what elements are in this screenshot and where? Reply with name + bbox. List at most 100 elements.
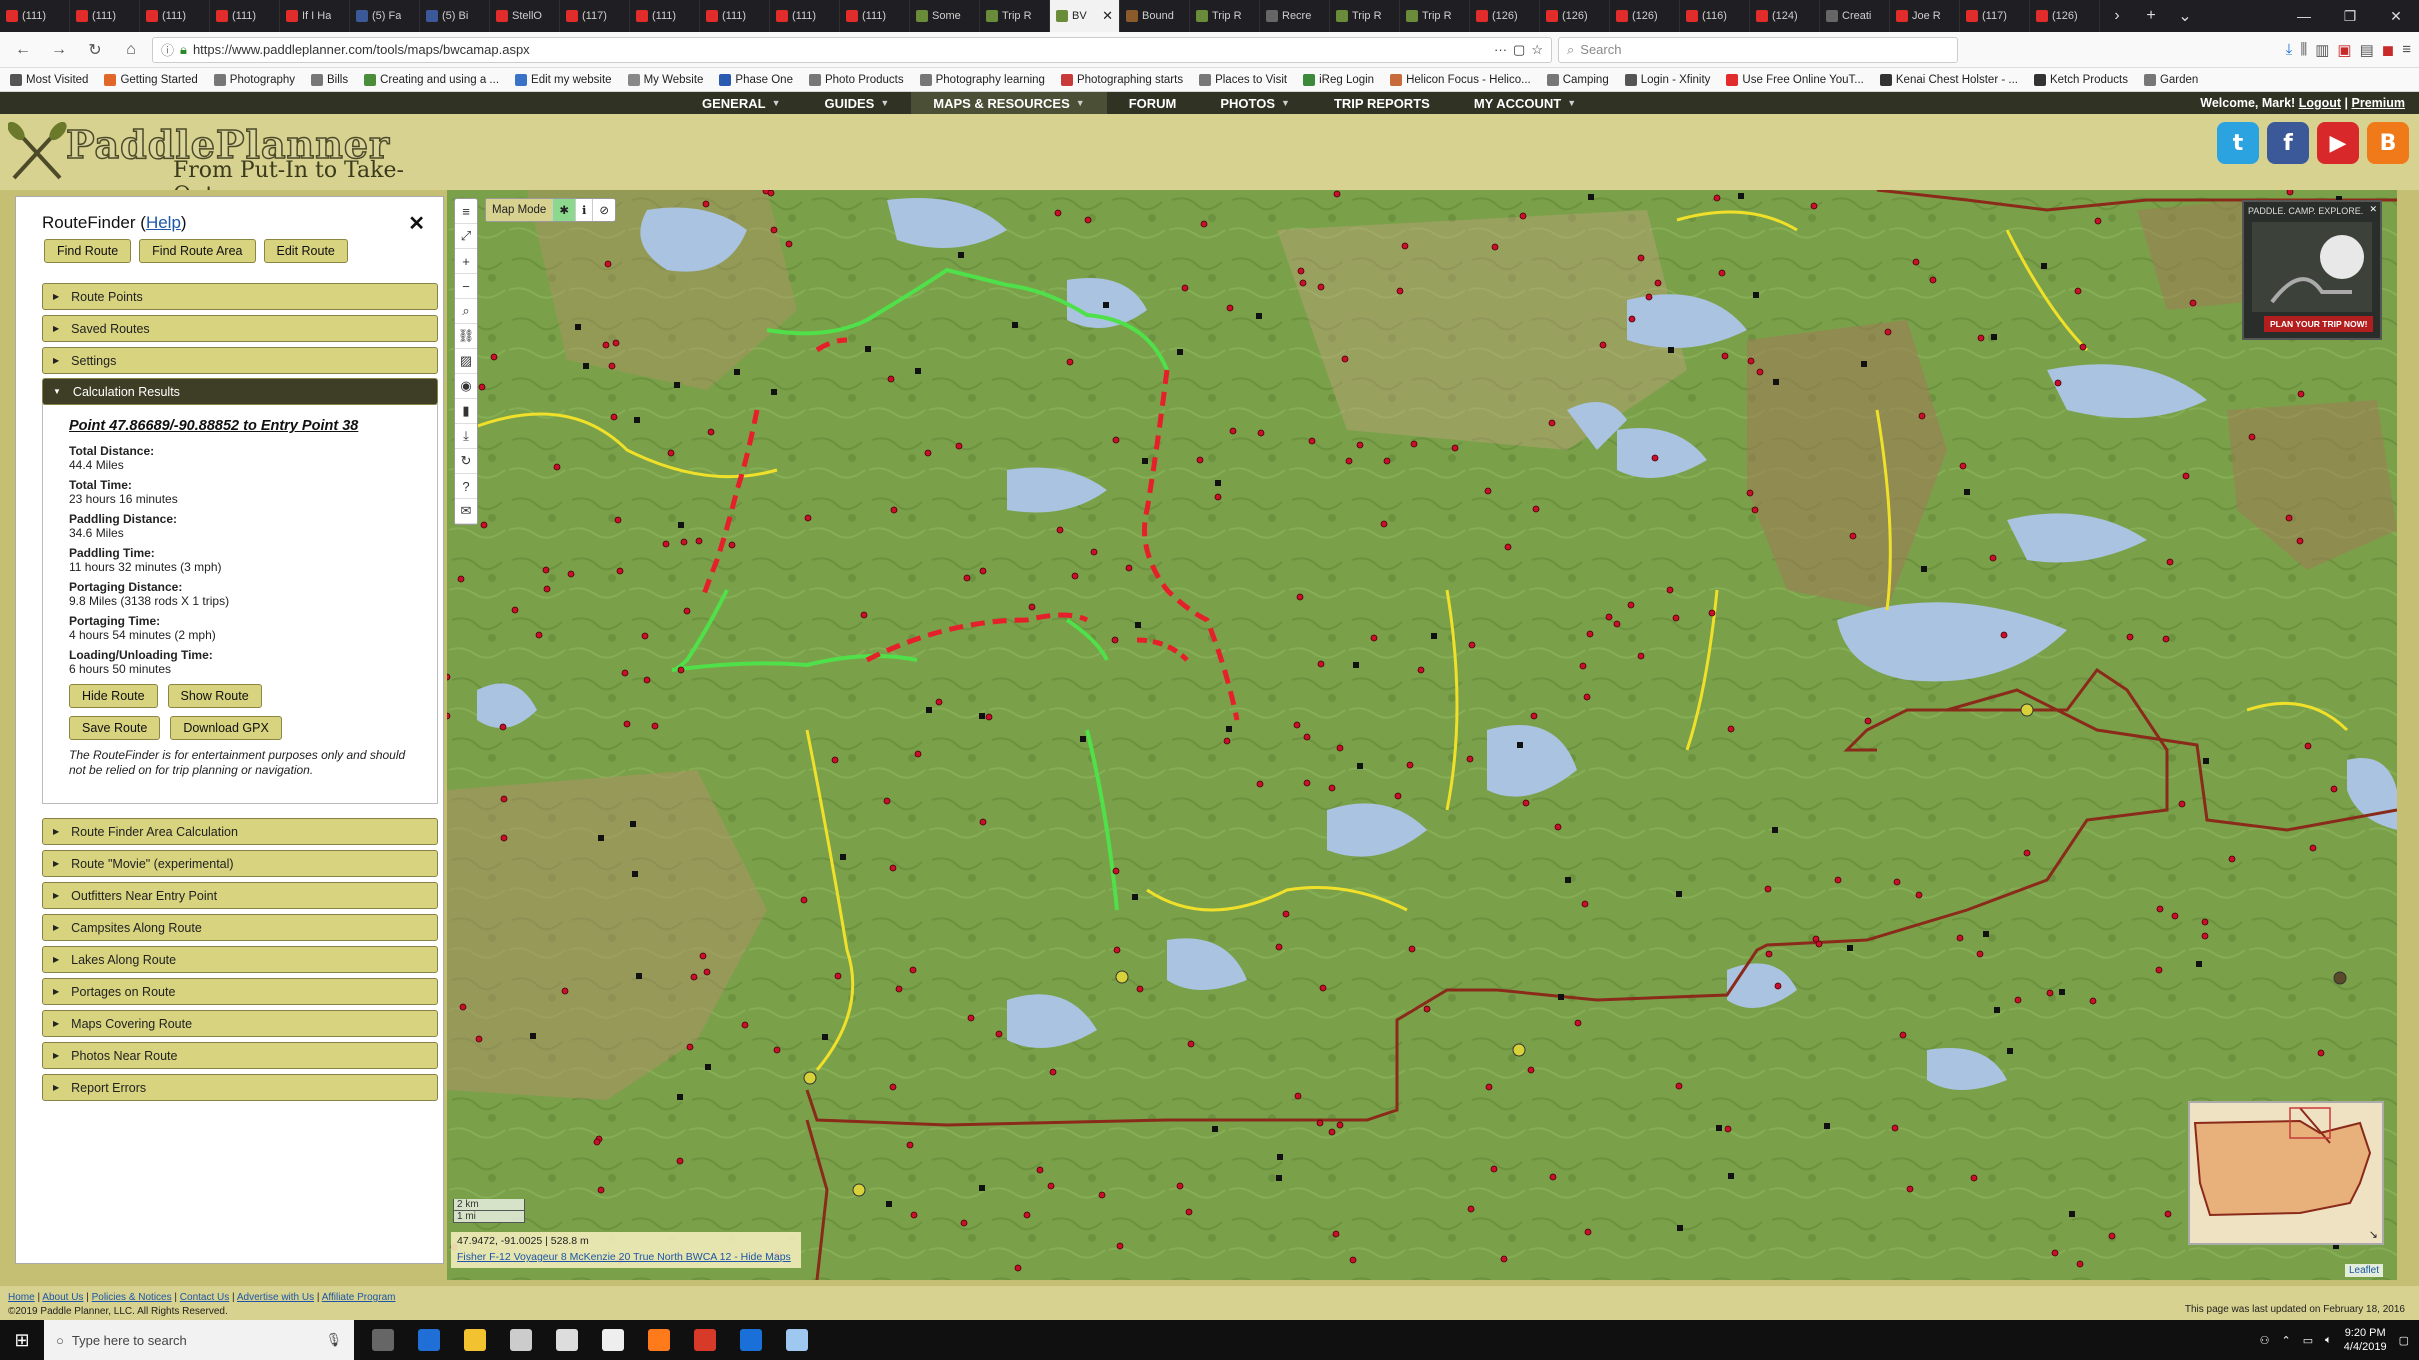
refresh-icon[interactable]: ↻ [455, 449, 477, 474]
portage-marker[interactable] [678, 522, 684, 528]
campsite-marker[interactable] [1417, 666, 1425, 674]
blogger-icon[interactable]: B [2367, 122, 2409, 164]
campsite-marker[interactable] [561, 987, 569, 995]
footer-link[interactable]: Affiliate Program [322, 1292, 396, 1303]
campsite-marker[interactable] [500, 795, 508, 803]
edge-icon[interactable] [410, 1320, 448, 1360]
campsite-marker[interactable] [2162, 635, 2170, 643]
campsite-marker[interactable] [1574, 1019, 1582, 1027]
campsite-marker[interactable] [1810, 202, 1818, 210]
campsite-marker[interactable] [2330, 785, 2338, 793]
campsite-marker[interactable] [1294, 1092, 1302, 1100]
campsite-marker[interactable] [457, 575, 465, 583]
portage-marker[interactable] [1716, 1125, 1722, 1131]
footer-link[interactable]: Contact Us [180, 1292, 229, 1303]
campsite-marker[interactable] [1071, 572, 1079, 580]
app-red-icon[interactable] [686, 1320, 724, 1360]
campsite-marker[interactable] [2089, 997, 2097, 1005]
campsite-marker[interactable] [2108, 1232, 2116, 1240]
campsite-marker[interactable] [935, 698, 943, 706]
tab-item[interactable]: Trip R [1190, 0, 1260, 32]
campsite-marker[interactable] [2201, 932, 2209, 940]
campsite-marker[interactable] [1751, 506, 1759, 514]
show-route-button[interactable]: Show Route [167, 684, 262, 708]
campsite-marker[interactable] [511, 606, 519, 614]
portage-marker[interactable] [2069, 1211, 2075, 1217]
campsite-marker[interactable] [602, 341, 610, 349]
section-item[interactable]: ▶ Lakes Along Route [42, 946, 438, 973]
campsite-marker[interactable] [1116, 1242, 1124, 1250]
campsite-marker[interactable] [960, 1219, 968, 1227]
campsite-marker[interactable] [955, 442, 963, 450]
portage-marker[interactable] [1177, 349, 1183, 355]
portage-marker[interactable] [1991, 334, 1997, 340]
campsite-marker[interactable] [641, 632, 649, 640]
campsite-marker[interactable] [1746, 489, 1754, 497]
youtube-icon[interactable]: ▶ [2317, 122, 2359, 164]
close-window-icon[interactable]: ✕ [2373, 0, 2419, 32]
site-menu-item[interactable]: MY ACCOUNT ▼ [1452, 92, 1598, 114]
campsite-marker[interactable] [767, 190, 775, 197]
bookmark-item[interactable]: Garden [2143, 73, 2198, 86]
portage-marker[interactable] [1861, 361, 1867, 367]
hide-route-button[interactable]: Hide Route [69, 684, 158, 708]
ad-cta-button[interactable]: PLAN YOUR TRIP NOW! [2264, 316, 2374, 332]
campsite-marker[interactable] [1223, 737, 1231, 745]
url-bar[interactable]: ⓘ 🔒︎ https://www.paddleplanner.com/tools… [152, 36, 1552, 63]
map-source-links[interactable]: Fisher F-12 Voyageur 8 McKenzie 20 True … [457, 1251, 795, 1263]
tab-item[interactable]: Recre [1260, 0, 1330, 32]
windows-start-icon[interactable]: ⊞ [0, 1320, 44, 1360]
campsite-marker[interactable] [608, 362, 616, 370]
campsite-marker[interactable] [2166, 558, 2174, 566]
tab-item[interactable]: (111) [700, 0, 770, 32]
bookmark-item[interactable]: Getting Started [104, 73, 198, 86]
campsite-marker[interactable] [2051, 1249, 2059, 1257]
portage-marker[interactable] [1964, 489, 1970, 495]
campsite-marker[interactable] [889, 1083, 897, 1091]
portage-marker[interactable] [734, 369, 740, 375]
campsite-marker[interactable] [2296, 537, 2304, 545]
campsite-marker[interactable] [1125, 564, 1133, 572]
campsite-marker[interactable] [1345, 457, 1353, 465]
campsite-marker[interactable] [1406, 761, 1414, 769]
addon-icon[interactable]: ◼ [2382, 41, 2394, 59]
campsite-marker[interactable] [1303, 779, 1311, 787]
campsite-marker[interactable] [614, 516, 622, 524]
campsite-marker[interactable] [1467, 1205, 1475, 1213]
campsite-marker[interactable] [2000, 631, 2008, 639]
portage-marker[interactable] [1012, 322, 1018, 328]
portage-marker[interactable] [1738, 193, 1744, 199]
campsite-marker[interactable] [1408, 945, 1416, 953]
portage-marker[interactable] [915, 368, 921, 374]
camera-icon[interactable]: ◉ [455, 374, 477, 399]
map-canvas[interactable] [447, 190, 2397, 1280]
task-view-icon[interactable] [364, 1320, 402, 1360]
advertisement[interactable]: PADDLE. CAMP. EXPLORE. ✕ PLAN YOUR TRIP … [2242, 200, 2382, 340]
tab-item[interactable]: If I Ha [280, 0, 350, 32]
campsite-marker[interactable] [2285, 514, 2293, 522]
campsite-marker[interactable] [2171, 912, 2179, 920]
campsite-marker[interactable] [1915, 891, 1923, 899]
campsite-marker[interactable] [1336, 1121, 1344, 1129]
campsite-marker[interactable] [1912, 258, 1920, 266]
campsite-marker[interactable] [1200, 220, 1208, 228]
save-route-button[interactable]: Save Route [69, 716, 161, 740]
campsite-marker[interactable] [567, 570, 575, 578]
campsite-marker[interactable] [1256, 780, 1264, 788]
twitter-icon[interactable]: t [2217, 122, 2259, 164]
portage-marker[interactable] [677, 1094, 683, 1100]
campsite-marker[interactable] [1383, 457, 1391, 465]
bookmark-item[interactable]: Photographing starts [1060, 73, 1183, 86]
campsite-marker[interactable] [1136, 985, 1144, 993]
clock[interactable]: 9:20 PM 4/4/2019 [2344, 1326, 2387, 1354]
campsite-marker[interactable] [924, 449, 932, 457]
campsite-marker[interactable] [1504, 543, 1512, 551]
campsite-marker[interactable] [1296, 593, 1304, 601]
home-icon[interactable]: ⌂ [116, 35, 146, 65]
portage-marker[interactable] [1353, 662, 1359, 668]
reader-icon[interactable]: ▤ [2360, 41, 2374, 59]
campsite-marker[interactable] [1581, 900, 1589, 908]
campsite-marker[interactable] [1308, 437, 1316, 445]
footer-link[interactable]: About Us [42, 1292, 83, 1303]
campsite-marker[interactable] [1370, 634, 1378, 642]
